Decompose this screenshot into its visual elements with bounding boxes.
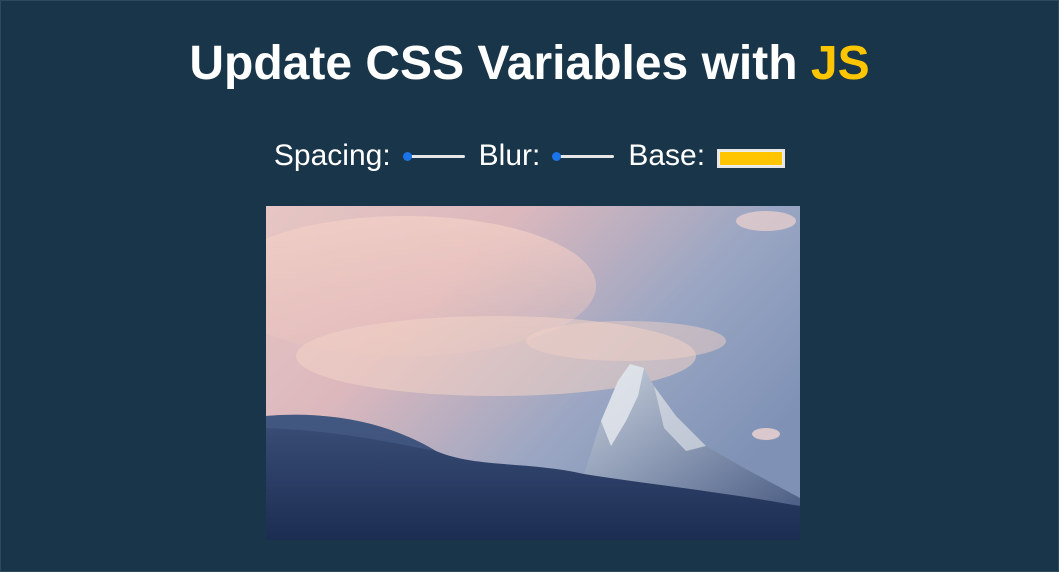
- spacing-control: Spacing:: [274, 136, 465, 176]
- base-color-picker[interactable]: [717, 148, 786, 168]
- base-color-swatch: [720, 151, 783, 165]
- title-text: Update CSS Variables with: [189, 37, 811, 90]
- controls-bar: Spacing: Blur: Base:: [0, 136, 1059, 176]
- blur-control: Blur:: [479, 136, 615, 176]
- title-highlight: JS: [810, 37, 870, 90]
- spacing-slider-thumb[interactable]: [402, 152, 412, 161]
- spacing-slider-track: [406, 155, 465, 158]
- mountain-photo: [266, 206, 800, 540]
- spacing-label: Spacing:: [273, 139, 391, 172]
- blur-slider[interactable]: [552, 148, 615, 164]
- blur-slider-thumb[interactable]: [552, 152, 562, 161]
- spacing-slider[interactable]: [402, 148, 465, 164]
- base-label: Base:: [628, 139, 706, 172]
- mountain-image: [266, 206, 800, 540]
- base-control: Base:: [628, 136, 786, 176]
- blur-slider-track: [556, 155, 615, 158]
- blur-label: Blur:: [478, 139, 541, 172]
- page-title: Update CSS Variables with JS: [0, 36, 1059, 92]
